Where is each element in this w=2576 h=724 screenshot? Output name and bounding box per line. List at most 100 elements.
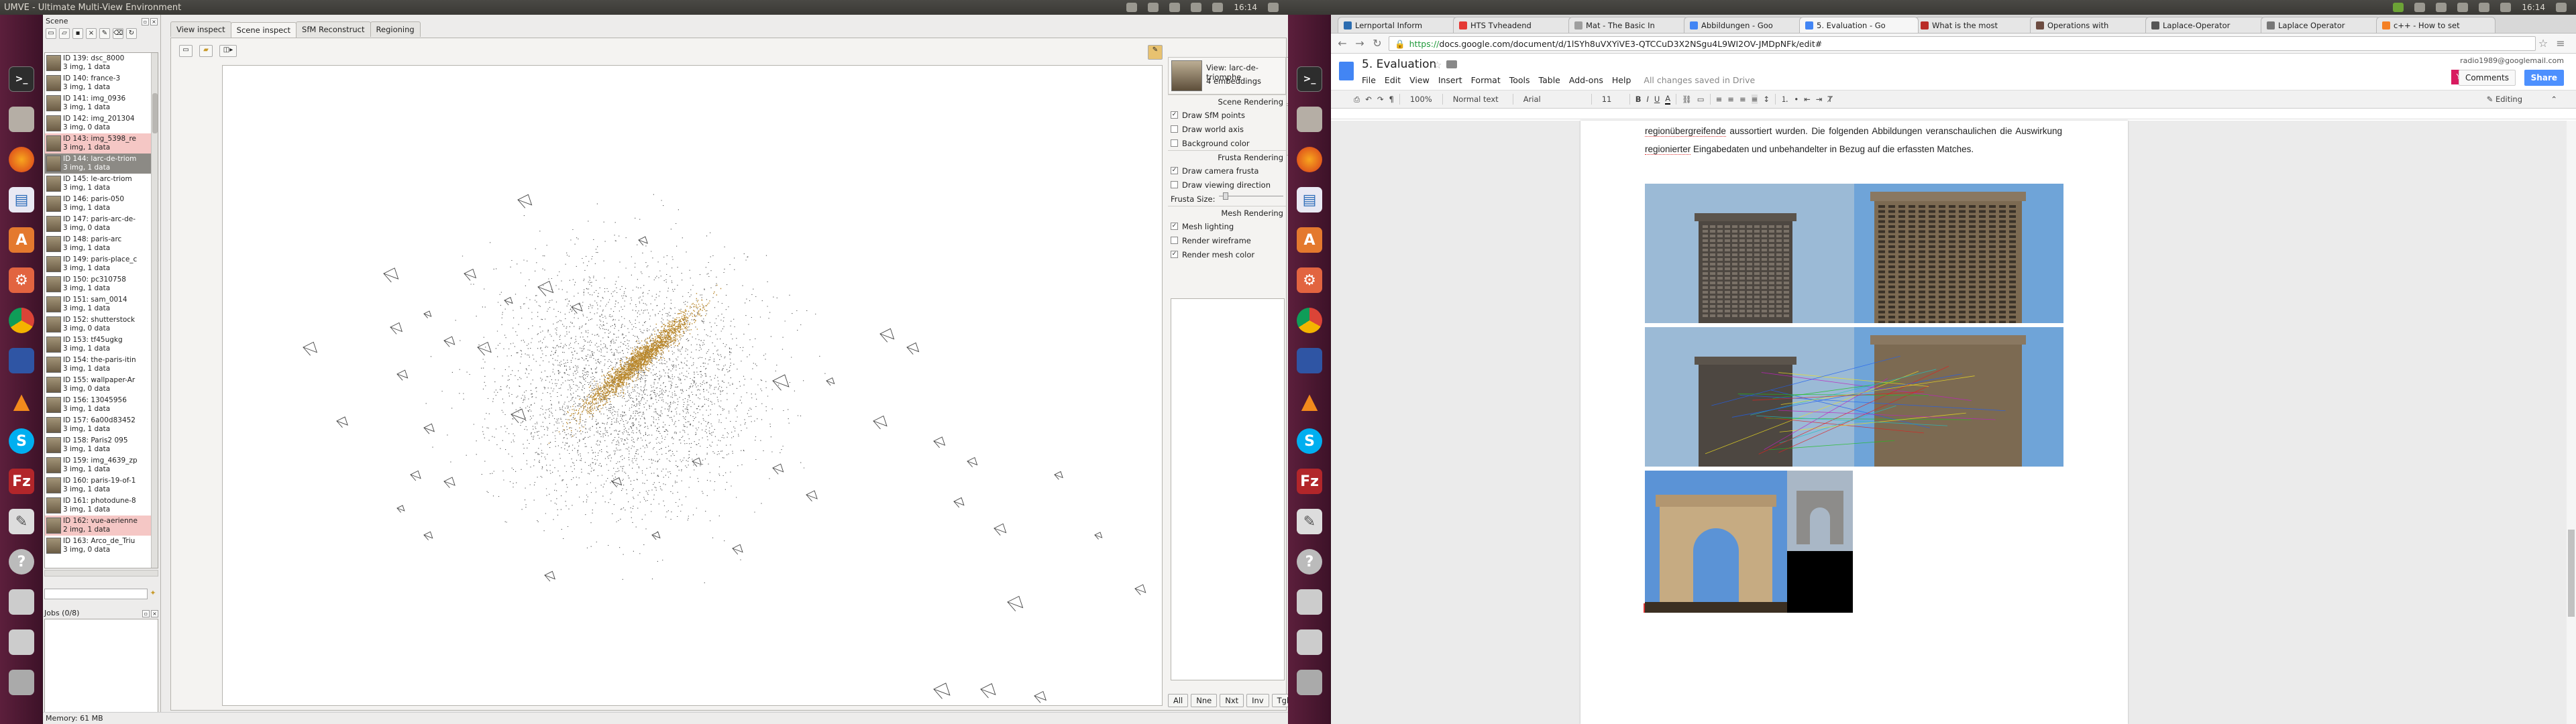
tab-scene-inspect[interactable]: Scene inspect: [230, 22, 297, 38]
document-scrollbar[interactable]: [2567, 121, 2576, 724]
button-nxt[interactable]: Nxt: [1220, 694, 1244, 707]
document-page[interactable]: regionübergreifende aussortiert wurden. …: [1580, 121, 2128, 724]
launcher-app[interactable]: [1292, 343, 1327, 378]
view-list[interactable]: ID 139: dsc_8000 3 img, 1 data ID 140: fra…: [44, 52, 158, 568]
star-icon[interactable]: ☆: [1433, 59, 1442, 71]
launcher-trash[interactable]: [1292, 665, 1327, 700]
bookmark-star-icon[interactable]: ☆: [2537, 37, 2549, 50]
line-spacing-icon[interactable]: ↕: [1763, 95, 1770, 104]
delete-icon[interactable]: ⌫: [113, 28, 123, 39]
edit-icon[interactable]: ✎: [99, 28, 110, 39]
view-list-item[interactable]: ID 144: larc-de-triom 3 img, 1 data: [45, 154, 158, 174]
view-list-item[interactable]: ID 158: Paris2 095 3 img, 1 data: [45, 435, 158, 455]
launcher-drive[interactable]: [4, 585, 39, 619]
settings-gear-icon[interactable]: [2556, 3, 2567, 12]
scene-3d-viewport[interactable]: [222, 65, 1163, 706]
view-list-item[interactable]: ID 160: paris-19-of-1 3 img, 1 data: [45, 475, 158, 495]
browser-tab[interactable]: Lernportal Inform: [1338, 17, 1457, 33]
folder-icon[interactable]: [1446, 60, 1457, 68]
document-title[interactable]: 5. Evaluation: [1362, 58, 1436, 71]
numbered-list-icon[interactable]: ⒈: [1781, 94, 1789, 105]
clear-formatting-icon[interactable]: Ⱦ: [1827, 95, 1832, 104]
launcher-trash[interactable]: [4, 665, 39, 700]
editing-mode[interactable]: ✎ Editing: [2487, 95, 2522, 104]
link-icon[interactable]: ⛓: [1682, 95, 1692, 104]
view-list-item[interactable]: ID 154: the-paris-itin 3 img, 1 data: [45, 355, 158, 375]
refresh-icon[interactable]: ↻: [126, 28, 137, 39]
arc-de-triomphe-image[interactable]: [1645, 471, 1853, 613]
battery-icon[interactable]: [1191, 3, 1202, 12]
launcher-software-center[interactable]: A: [4, 223, 39, 257]
button-tgl[interactable]: Tgl: [1271, 694, 1288, 707]
close-icon[interactable]: ×: [150, 18, 158, 25]
volume-icon[interactable]: [1212, 3, 1224, 12]
launcher-filezilla[interactable]: Fz: [4, 464, 39, 499]
launcher-settings[interactable]: ⚙: [4, 263, 39, 298]
button-nne[interactable]: Nne: [1191, 694, 1218, 707]
launcher-help[interactable]: ?: [4, 544, 39, 579]
slider-handle[interactable]: [1222, 192, 1228, 200]
font-select[interactable]: Arial: [1519, 93, 1586, 105]
option-row[interactable]: ✓ Render mesh color: [1168, 247, 1286, 261]
menu-edit[interactable]: Edit: [1385, 75, 1401, 85]
view-list-item[interactable]: ID 151: sam_0014 3 img, 1 data: [45, 294, 158, 314]
align-left-icon[interactable]: ≡: [1716, 95, 1723, 104]
view-list-scrollbar[interactable]: [151, 53, 158, 568]
align-right-icon[interactable]: ≡: [1739, 95, 1746, 104]
browser-tab[interactable]: Mat - The Basic In: [1568, 17, 1688, 33]
align-center-icon[interactable]: ≡: [1727, 95, 1734, 104]
address-bar[interactable]: 🔒 https://docs.google.com/document/d/1lS…: [1389, 36, 2536, 51]
view-list-item[interactable]: ID 153: tf45ugkg 3 img, 1 data: [45, 335, 158, 355]
save-icon[interactable]: ▪: [72, 28, 83, 39]
open-scene-icon[interactable]: ▭: [46, 28, 56, 39]
view-list-item[interactable]: ID 147: paris-arc-de- 3 img, 0 data: [45, 214, 158, 234]
launcher-editor[interactable]: ✎: [1292, 504, 1327, 539]
browser-tab[interactable]: HTS Tvheadend: [1453, 17, 1572, 33]
browser-tab[interactable]: Abbildungen - Goo: [1684, 17, 1803, 33]
menu-table[interactable]: Table: [1539, 75, 1560, 85]
launcher-files[interactable]: [4, 102, 39, 137]
clock[interactable]: 16:14: [1234, 3, 1257, 12]
option-row[interactable]: Background color: [1168, 136, 1286, 150]
dropbox-icon[interactable]: [2414, 3, 2426, 12]
network-icon[interactable]: [1148, 3, 1159, 12]
view-list-item[interactable]: ID 161: photodune-8 3 img, 1 data: [45, 495, 158, 516]
menu-help[interactable]: Help: [1612, 75, 1631, 85]
launcher-firefox[interactable]: [1292, 142, 1327, 177]
view-list-item[interactable]: ID 148: paris-arc 3 img, 1 data: [45, 234, 158, 254]
view-list-item[interactable]: ID 150: pc310758 3 img, 1 data: [45, 274, 158, 294]
menu-add-ons[interactable]: Add-ons: [1569, 75, 1603, 85]
misspelled-word[interactable]: regionierter: [1645, 144, 1691, 155]
browser-tab[interactable]: c++ - How to set: [2376, 17, 2496, 33]
view-list-item[interactable]: ID 155: wallpaper-Ar 3 img, 0 data: [45, 375, 158, 395]
account-email[interactable]: radio1989@googlemail.com: [2460, 56, 2564, 65]
open-mesh-icon[interactable]: ▭: [179, 45, 193, 57]
option-row[interactable]: ✓ Draw camera frusta: [1168, 164, 1286, 178]
launcher-skype[interactable]: S: [1292, 424, 1327, 459]
browser-tab[interactable]: 5. Evaluation - Go: [1799, 17, 1919, 33]
launcher-terminal[interactable]: >_: [4, 62, 39, 97]
checkbox[interactable]: ✓: [1171, 251, 1178, 258]
launcher-settings[interactable]: ⚙: [1292, 263, 1327, 298]
building-comparison-image[interactable]: [1645, 184, 2063, 324]
view-list-item[interactable]: ID 163: Arco_de_Triu 3 img, 0 data: [45, 536, 158, 556]
redo-icon[interactable]: ↷: [1377, 95, 1384, 104]
forward-icon[interactable]: →: [1354, 37, 1366, 50]
button-inv[interactable]: Inv: [1246, 694, 1269, 707]
browser-tab[interactable]: Laplace Operator: [2261, 17, 2380, 33]
view-list-item[interactable]: ID 157: 6a00d83452 3 img, 1 data: [45, 415, 158, 435]
print-icon[interactable]: ⎙: [1354, 95, 1360, 105]
jobs-list[interactable]: [44, 619, 158, 717]
object-list[interactable]: [1171, 298, 1285, 680]
open-folder-icon[interactable]: ▱: [59, 28, 70, 39]
menu-format[interactable]: Format: [1471, 75, 1501, 85]
view-list-item[interactable]: ID 156: 13045956 3 img, 1 data: [45, 395, 158, 415]
reload-shaders-icon[interactable]: ✎: [1148, 45, 1163, 60]
paint-format-icon[interactable]: ¶: [1389, 95, 1393, 104]
checkbox[interactable]: [1171, 237, 1178, 244]
launcher-editor[interactable]: ✎: [4, 504, 39, 539]
filter-input[interactable]: [44, 589, 148, 599]
tab-regioning[interactable]: Regioning: [370, 21, 421, 37]
share-button[interactable]: Share: [2524, 70, 2564, 86]
menu-view[interactable]: View: [1409, 75, 1430, 85]
